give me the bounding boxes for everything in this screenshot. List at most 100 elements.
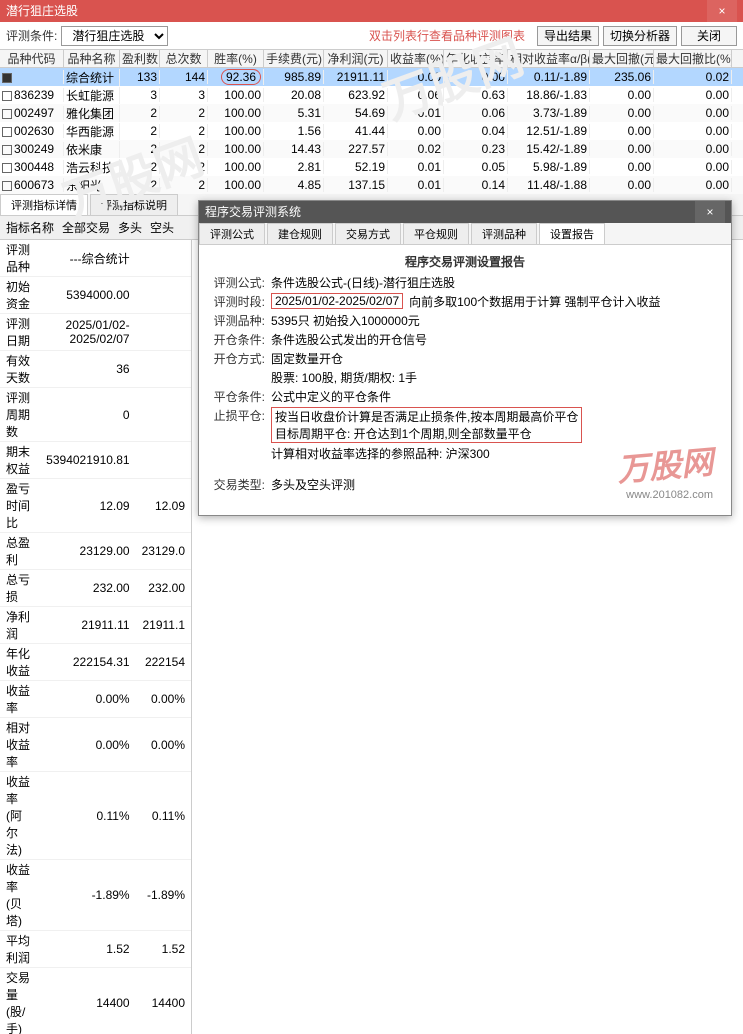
table-row[interactable]: 综合统计13314492.36985.8921911.110.000.000.1… bbox=[0, 68, 743, 86]
cell: 华西能源 bbox=[64, 123, 120, 140]
cell: 2 bbox=[160, 142, 208, 156]
cell: 0.00 bbox=[590, 106, 654, 120]
cell: 0.01 bbox=[388, 178, 444, 192]
col-header[interactable]: 品种代码 bbox=[0, 50, 64, 67]
stop-label: 止损平仓: bbox=[207, 407, 265, 424]
cell: 002630 bbox=[0, 124, 64, 138]
filter-long[interactable]: 多头 bbox=[118, 219, 142, 236]
cell: 0.01 bbox=[388, 160, 444, 174]
table-row[interactable]: 600673东阳光22100.004.85137.150.010.1411.48… bbox=[0, 176, 743, 194]
cell: 14.43 bbox=[264, 142, 324, 156]
criteria-label: 评测条件: bbox=[6, 27, 57, 44]
toolbar-hint: 双击列表行查看品种评测图表 bbox=[369, 27, 525, 44]
filter-all[interactable]: 全部交易 bbox=[62, 219, 110, 236]
cell: 0.02 bbox=[388, 142, 444, 156]
detail-row: 年化收益222154.31222154 bbox=[0, 644, 191, 681]
table-row[interactable]: 836239长虹能源33100.0020.08623.920.060.6318.… bbox=[0, 86, 743, 104]
main-titlebar: 潜行狙庄选股 × bbox=[0, 0, 743, 22]
cell: 235.06 bbox=[590, 70, 654, 84]
cell: 雅化集团 bbox=[64, 105, 120, 122]
filter-name-label: 指标名称 bbox=[6, 219, 54, 236]
close-button[interactable]: 关闭 bbox=[681, 26, 737, 46]
cell: 0.05 bbox=[444, 160, 508, 174]
cell: 浩云科技 bbox=[64, 159, 120, 176]
cell: 0.00 bbox=[654, 124, 732, 138]
cell: 依米康 bbox=[64, 141, 120, 158]
cell: 0.00 bbox=[654, 160, 732, 174]
cell: 18.86/-1.83 bbox=[508, 88, 590, 102]
modal-title: 程序交易评测系统 bbox=[205, 201, 301, 223]
table-row[interactable]: 002497雅化集团22100.005.3154.690.010.063.73/… bbox=[0, 104, 743, 122]
modal-tabs: 评测公式建仓规则交易方式平仓规则评测品种设置报告 bbox=[199, 223, 731, 245]
checkbox-icon[interactable] bbox=[2, 163, 12, 173]
col-header[interactable]: 收益率(%) bbox=[388, 50, 444, 67]
checkbox-icon[interactable] bbox=[2, 127, 12, 137]
cell: 12.51/-1.89 bbox=[508, 124, 590, 138]
export-button[interactable]: 导出结果 bbox=[537, 26, 599, 46]
checkbox-icon[interactable] bbox=[2, 145, 12, 155]
checkbox-icon[interactable] bbox=[2, 91, 12, 101]
col-header[interactable]: 品种名称 bbox=[64, 50, 120, 67]
col-header[interactable]: 相对收益率α/β(%) bbox=[508, 50, 590, 67]
type-label: 交易类型: bbox=[207, 476, 265, 493]
table-row[interactable]: 300249依米康22100.0014.43227.570.020.2315.4… bbox=[0, 140, 743, 158]
cell: 3 bbox=[120, 88, 160, 102]
cell: 0.02 bbox=[654, 70, 732, 84]
tab-detail[interactable]: 评测指标详情 bbox=[0, 194, 88, 215]
cell: 0.00 bbox=[654, 88, 732, 102]
lot-value: 股票: 100股, 期货/期权: 1手 bbox=[271, 369, 417, 386]
toolbar: 评测条件: 潜行狙庄选股 双击列表行查看品种评测图表 导出结果 切换分析器 关闭 bbox=[0, 22, 743, 50]
cell: 600673 bbox=[0, 178, 64, 192]
col-header[interactable]: 年化收益率(%) bbox=[444, 50, 508, 67]
modal-titlebar: 程序交易评测系统 × bbox=[199, 201, 731, 223]
criteria-select[interactable]: 潜行狙庄选股 bbox=[61, 26, 168, 46]
cell: 4.85 bbox=[264, 178, 324, 192]
items-label: 评测品种: bbox=[207, 312, 265, 329]
cell: 100.00 bbox=[208, 106, 264, 120]
cell: 综合统计 bbox=[64, 69, 120, 86]
table-row[interactable]: 300448浩云科技22100.002.8152.190.010.055.98/… bbox=[0, 158, 743, 176]
col-header[interactable]: 胜率(%) bbox=[208, 50, 264, 67]
modal-tab[interactable]: 交易方式 bbox=[335, 223, 401, 244]
cell: 0.00 bbox=[654, 106, 732, 120]
filter-short[interactable]: 空头 bbox=[150, 219, 174, 236]
modal-tab[interactable]: 建仓规则 bbox=[267, 223, 333, 244]
col-header[interactable]: 净利润(元) bbox=[324, 50, 388, 67]
cell: 2 bbox=[120, 124, 160, 138]
detail-left: 评测品种---综合统计初始资金5394000.00评测日期2025/01/02-… bbox=[0, 240, 192, 1034]
col-header[interactable]: 手续费(元) bbox=[264, 50, 324, 67]
col-header[interactable]: 最大回撤(元) bbox=[590, 50, 654, 67]
checkbox-icon[interactable] bbox=[2, 109, 12, 119]
report-title: 程序交易评测设置报告 bbox=[207, 253, 723, 270]
modal-tab[interactable]: 评测公式 bbox=[199, 223, 265, 244]
col-header[interactable]: 最大回撤比(%) bbox=[654, 50, 732, 67]
table-row[interactable]: 002630华西能源22100.001.5641.440.000.0412.51… bbox=[0, 122, 743, 140]
modal-tab[interactable]: 评测品种 bbox=[471, 223, 537, 244]
modal-close-icon[interactable]: × bbox=[695, 201, 725, 223]
col-header[interactable]: 总次数 bbox=[160, 50, 208, 67]
col-header[interactable]: 盈利数 bbox=[120, 50, 160, 67]
modal-tab[interactable]: 平仓规则 bbox=[403, 223, 469, 244]
cell: 0.00 bbox=[654, 142, 732, 156]
cell: 144 bbox=[160, 70, 208, 84]
cell: 0.11/-1.89 bbox=[508, 70, 590, 84]
cell: 0.04 bbox=[444, 124, 508, 138]
tab-desc[interactable]: 评测指标说明 bbox=[90, 194, 178, 215]
cell: 1.56 bbox=[264, 124, 324, 138]
detail-row: 盈亏时间比12.0912.09 bbox=[0, 479, 191, 533]
modal-tab[interactable]: 设置报告 bbox=[539, 223, 605, 244]
cell: 100.00 bbox=[208, 160, 264, 174]
cell: 0.01 bbox=[388, 106, 444, 120]
cell: 20.08 bbox=[264, 88, 324, 102]
cell: 227.57 bbox=[324, 142, 388, 156]
detail-row: 净利润21911.1121911.1 bbox=[0, 607, 191, 644]
detail-row: 收益率(贝塔)-1.89%-1.89% bbox=[0, 860, 191, 931]
cell: 东阳光 bbox=[64, 177, 120, 194]
close-icon[interactable]: × bbox=[707, 0, 737, 22]
cell: 985.89 bbox=[264, 70, 324, 84]
eval-modal: 程序交易评测系统 × 评测公式建仓规则交易方式平仓规则评测品种设置报告 程序交易… bbox=[198, 200, 732, 516]
switch-analyzer-button[interactable]: 切换分析器 bbox=[603, 26, 677, 46]
checkbox-icon[interactable] bbox=[2, 181, 12, 191]
cell: 3.73/-1.89 bbox=[508, 106, 590, 120]
checkbox-icon[interactable] bbox=[2, 73, 12, 83]
